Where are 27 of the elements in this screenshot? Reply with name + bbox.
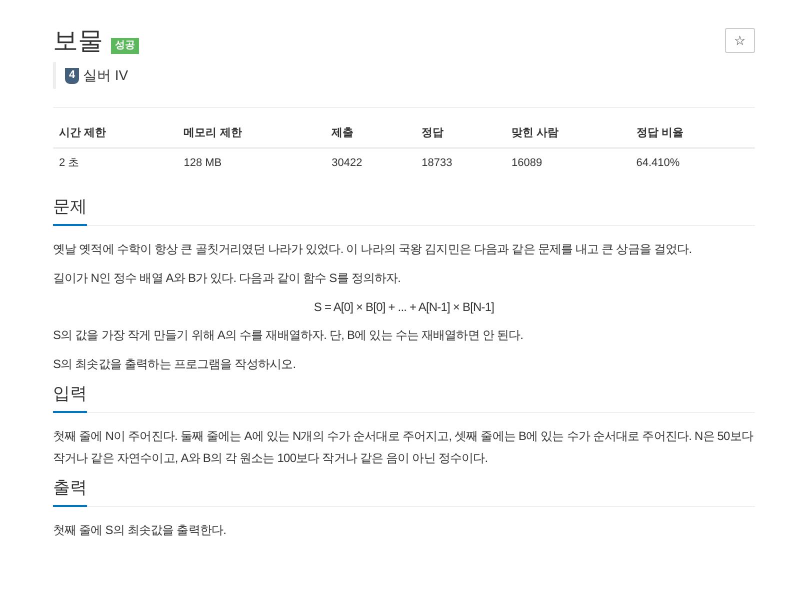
table-cell: 30422 xyxy=(326,148,416,177)
column-header: 정답 xyxy=(416,120,506,148)
tier-label: 실버 IV xyxy=(83,66,128,85)
column-header: 제출 xyxy=(326,120,416,148)
formula: S = A[0] × B[0] + ... + A[N-1] × B[N-1] xyxy=(312,299,496,316)
column-header: 시간 제한 xyxy=(53,120,178,148)
star-button[interactable]: ☆ xyxy=(725,28,755,53)
table-cell: 128 MB xyxy=(178,148,326,177)
paragraph: S의 최솟값을 출력하는 프로그램을 작성하시오. xyxy=(53,356,297,373)
paragraph: 옛날 옛적에 수학이 항상 큰 골칫거리였던 나라가 있었다. 이 나라의 국왕 김지민은 다음과 같은 문제를 내고 큰 상금을 걸었다. xyxy=(53,241,693,258)
paragraph: 첫째 줄에 N이 주어진다. 둘째 줄에는 A에 있는 N개의 수가 순서대로 주어지고, 셋째 줄에는 B에 있는 수가 순서대로 주어진다. N은 50보다 작거나 같은 자연수이고, A와 B의 각 원소는 100보다 작거나 같은 음이 아닌 정수이다. xyxy=(53,428,754,467)
table-cell: 18733 xyxy=(416,148,506,177)
paragraph: 길이가 N인 정수 배열 A와 B가 있다. 다음과 같이 함수 S를 정의하자. xyxy=(53,270,402,287)
result-badge: 성공 xyxy=(111,38,139,54)
table-cell: 2 초 xyxy=(53,148,178,177)
table-cell: 16089 xyxy=(506,148,630,177)
section-heading: 문제 xyxy=(53,195,87,226)
column-header: 정답 비율 xyxy=(630,120,755,148)
column-header: 맞힌 사람 xyxy=(506,120,630,148)
section-heading: 출력 xyxy=(53,476,87,507)
section-heading: 입력 xyxy=(53,382,87,413)
table-cell: 64.410% xyxy=(630,148,755,177)
paragraph: 첫째 줄에 S의 최솟값을 출력한다. xyxy=(53,522,228,539)
paragraph: S의 값을 가장 작게 만들기 위해 A의 수를 재배열하자. 단, B에 있는 수는 재배열하면 안 된다. xyxy=(53,327,524,344)
problem-title: 보물 xyxy=(53,26,103,56)
tier-icon: 4 xyxy=(65,68,79,84)
column-header: 메모리 제한 xyxy=(178,120,326,148)
